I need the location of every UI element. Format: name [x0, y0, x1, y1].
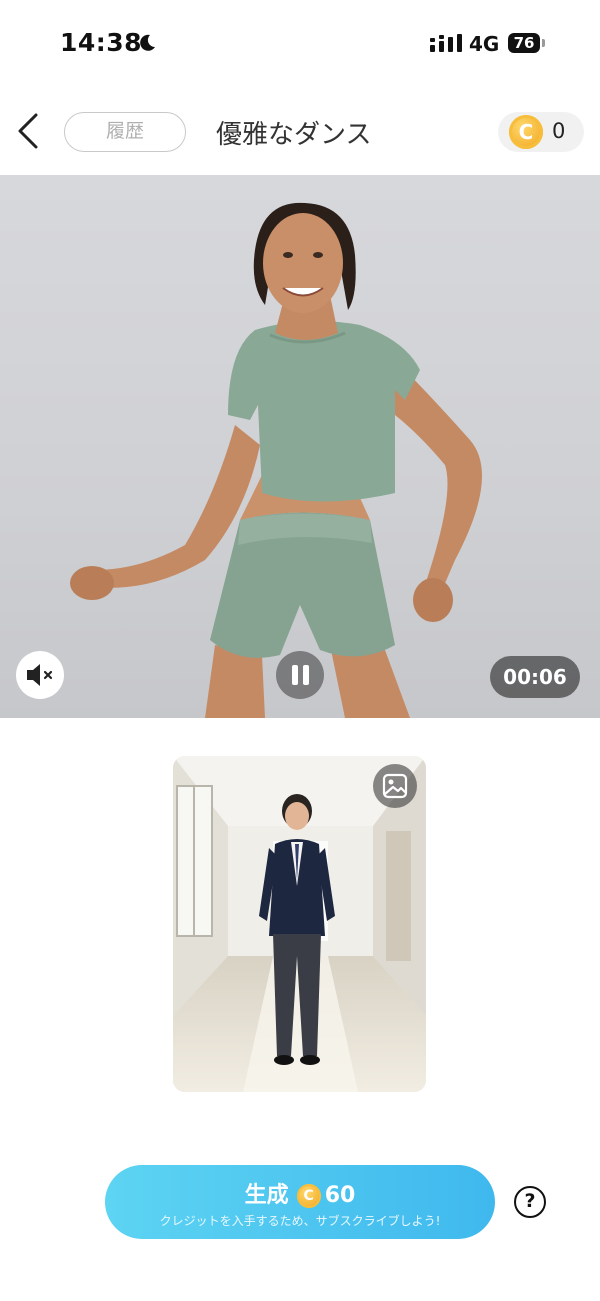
network-type: 4G: [469, 32, 500, 56]
mute-button[interactable]: [16, 651, 64, 699]
moon-icon: [140, 34, 155, 51]
status-time: 14:38: [60, 28, 143, 57]
battery-icon: 76: [508, 33, 540, 53]
dancer-video-frame: [70, 202, 482, 718]
credits-badge[interactable]: C 0: [498, 112, 584, 152]
credits-count: 0: [552, 119, 566, 143]
battery-tip: [542, 39, 545, 47]
page-title: 優雅なダンス: [216, 120, 372, 150]
generate-label-row: 生成 C 60: [105, 1177, 495, 1209]
coin-icon: C: [509, 115, 543, 149]
back-icon[interactable]: [14, 111, 44, 151]
generate-button[interactable]: 生成 C 60 クレジットを入手するため、サブスクライブしよう!: [105, 1165, 495, 1239]
signal-icon: [430, 34, 462, 52]
generate-label: 生成: [244, 1183, 289, 1208]
pause-button[interactable]: [276, 651, 324, 699]
video-duration: 00:06: [490, 656, 580, 698]
video-player[interactable]: 00:06: [0, 175, 600, 718]
generate-cost: 60: [324, 1183, 356, 1208]
history-button[interactable]: 履歴: [64, 112, 186, 152]
coin-icon: C: [296, 1184, 321, 1208]
pause-bar-left: [292, 665, 298, 685]
header: 履歴 優雅なダンス C 0: [0, 95, 600, 170]
speaker-muted-icon: [27, 664, 53, 686]
reference-photo-card[interactable]: [173, 756, 426, 1092]
image-icon: [382, 773, 408, 799]
change-photo-button[interactable]: [373, 764, 417, 808]
help-icon[interactable]: ?: [514, 1186, 546, 1218]
pause-bar-right: [303, 665, 309, 685]
generate-subtitle: クレジットを入手するため、サブスクライブしよう!: [159, 1214, 441, 1228]
status-bar: 14:38 4G 76: [0, 0, 600, 90]
